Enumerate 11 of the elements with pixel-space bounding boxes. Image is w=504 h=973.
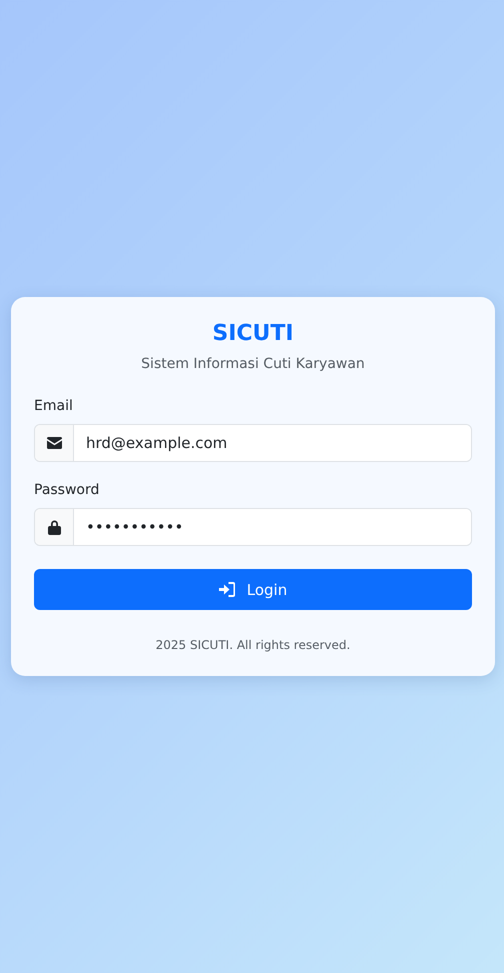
password-field[interactable]: ••••••••••• — [34, 508, 472, 546]
field-label: Email — [34, 398, 73, 414]
app-subtitle: Sistem Informasi Cuti Karyawan — [140, 356, 366, 372]
lock-icon — [48, 520, 60, 534]
copyright-text: 2025 SICUTI. All rights reserved. — [154, 638, 352, 652]
login-button[interactable]: Login — [34, 569, 472, 610]
email-field[interactable]: hrd@example.com — [34, 424, 472, 462]
sign-in-icon — [218, 582, 235, 597]
envelope-icon — [46, 437, 62, 449]
app-title: SICUTI — [211, 321, 295, 346]
field-label: Password — [34, 482, 100, 498]
